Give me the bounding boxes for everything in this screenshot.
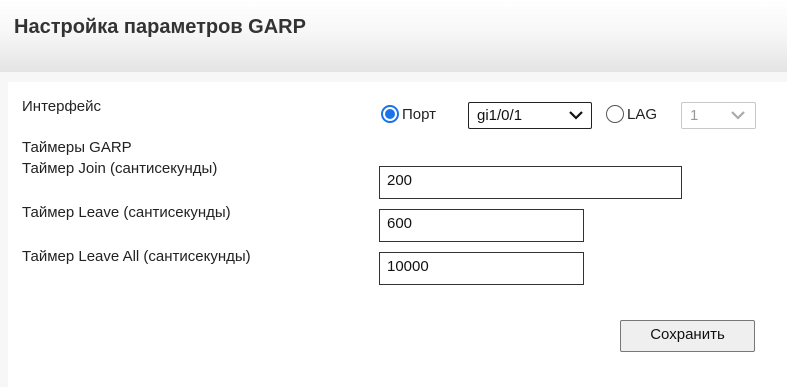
lag-select[interactable]: 1 <box>681 102 756 129</box>
port-radio-label[interactable]: Порт <box>402 106 436 123</box>
leave-all-timer-input[interactable]: 10000 <box>379 252 584 285</box>
join-timer-label: Таймер Join (сантисекунды) <box>22 160 218 177</box>
port-radio[interactable] <box>381 105 399 123</box>
lag-radio[interactable] <box>606 105 624 123</box>
leave-all-timer-label: Таймер Leave All (сантисекунды) <box>22 248 251 265</box>
save-button[interactable]: Сохранить <box>620 320 755 352</box>
port-select-value: gi1/0/1 <box>477 107 523 124</box>
garp-settings-form: Интерфейс Порт gi1/0/1 LAG 1 Таймеры GAR… <box>8 82 787 387</box>
lag-select-value: 1 <box>690 107 699 124</box>
page-header: Настройка параметров GARP <box>0 0 787 72</box>
port-select[interactable]: gi1/0/1 <box>468 102 592 129</box>
chevron-down-icon <box>569 111 583 120</box>
leave-timer-input[interactable]: 600 <box>379 209 584 242</box>
interface-label: Интерфейс <box>22 98 102 115</box>
leave-timer-label: Таймер Leave (сантисекунды) <box>22 204 231 221</box>
join-timer-input[interactable]: 200 <box>379 166 682 199</box>
lag-radio-label[interactable]: LAG <box>627 106 657 123</box>
chevron-down-icon <box>731 111 745 120</box>
page-title: Настройка параметров GARP <box>14 16 306 38</box>
timers-heading: Таймеры GARP <box>22 139 132 156</box>
